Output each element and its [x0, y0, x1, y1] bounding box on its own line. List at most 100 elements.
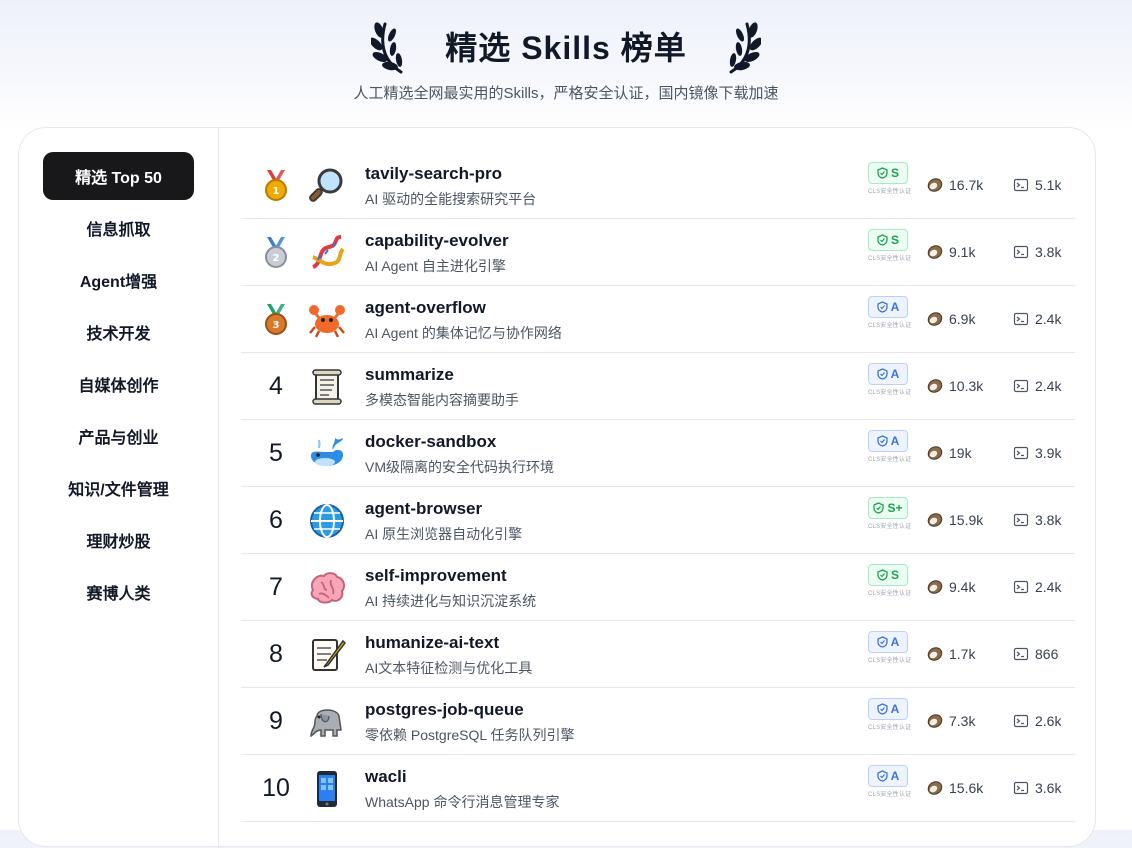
coconut-icon: [927, 445, 943, 461]
skill-row-agent-overflow[interactable]: 3 agent-overflow AI Agent 的集体记忆与协作网络 A CLS安全…: [241, 286, 1075, 353]
skill-name[interactable]: docker-sandbox: [365, 432, 496, 452]
badge-note: CLS安全性认证: [868, 792, 912, 798]
security-badge: A CLS安全性认证: [868, 631, 914, 677]
downloads-count: 16.7k: [949, 177, 984, 193]
downloads-count: 7.3k: [949, 713, 976, 729]
skill-name[interactable]: agent-browser: [365, 499, 482, 519]
skill-name[interactable]: summarize: [365, 365, 454, 385]
skill-description: AI 持续进化与知识沉淀系统: [365, 593, 537, 609]
downloads-count: 9.4k: [949, 579, 976, 595]
security-grade-badge: S: [868, 229, 908, 251]
coconut-icon: [927, 177, 943, 193]
skill-row-tavily-search-pro[interactable]: 1 tavily-search-pro AI 驱动的全能搜索研究平台 S CLS安全性认…: [241, 152, 1075, 219]
skill-description: WhatsApp 命令行消息管理专家: [365, 794, 560, 810]
svg-text:1: 1: [273, 186, 280, 197]
page-title: 精选 Skills 榜单: [445, 30, 687, 66]
terminal-icon: [1013, 311, 1029, 327]
security-grade-badge: A: [868, 631, 908, 653]
badge-note: CLS安全性认证: [868, 256, 912, 262]
skill-name[interactable]: tavily-search-pro: [365, 164, 502, 184]
installs-stat: 2.6k: [1013, 688, 1061, 754]
coconut-icon: [927, 579, 943, 595]
skill-row-agent-browser[interactable]: 6 agent-browser AI 原生浏览器自动化引擎 S+ CLS安全性认证 15.…: [241, 487, 1075, 554]
skill-row-humanize-ai-text[interactable]: 8 humanize-ai-text AI文本特征检测与优化工具 A CLS安全性认证 1…: [241, 621, 1075, 688]
title-row: 精选 Skills 榜单: [0, 18, 1132, 74]
sidebar-item-top50[interactable]: 精选 Top 50: [43, 152, 194, 200]
security-grade-badge: A: [868, 363, 908, 385]
security-badge: A CLS安全性认证: [868, 698, 914, 744]
installs-stat: 3.9k: [1013, 420, 1061, 486]
shield-icon: [877, 636, 888, 648]
magnifier-icon: [307, 166, 347, 206]
security-grade-badge: S+: [868, 497, 908, 519]
downloads-count: 1.7k: [949, 646, 976, 662]
downloads-stat: 16.7k: [927, 152, 983, 218]
installs-count: 3.6k: [1035, 780, 1062, 796]
coconut-icon: [927, 378, 943, 394]
sidebar-item-knowledge-files[interactable]: 知识/文件管理: [43, 464, 194, 512]
downloads-stat: 19k: [927, 420, 972, 486]
skill-name[interactable]: self-improvement: [365, 566, 507, 586]
badge-note: CLS安全性认证: [868, 189, 912, 195]
skill-description: AI 原生浏览器自动化引擎: [365, 526, 523, 542]
security-grade: A: [890, 769, 900, 783]
rank-medal-gold-icon: 1: [241, 152, 311, 218]
category-sidebar: 精选 Top 50 信息抓取 Agent增强 技术开发 自媒体创作 产品与创业 …: [19, 128, 219, 848]
downloads-count: 15.9k: [949, 512, 984, 528]
skill-row-capability-evolver[interactable]: 2 capability-evolver AI Agent 自主进化引擎 S CLS安全…: [241, 219, 1075, 286]
shield-icon: [877, 435, 888, 447]
page-subtitle: 人工精选全网最实用的Skills，严格安全认证，国内镜像下载加速: [353, 85, 779, 102]
security-grade: A: [890, 367, 900, 381]
skill-name[interactable]: wacli: [365, 767, 407, 787]
sidebar-item-finance[interactable]: 理财炒股: [43, 516, 194, 564]
shield-icon: [877, 167, 888, 179]
sidebar-item-cyber-human[interactable]: 赛博人类: [43, 568, 194, 616]
skill-row-postgres-job-queue[interactable]: 9 postgres-job-queue 零依赖 PostgreSQL 任务队列引擎…: [241, 688, 1075, 755]
badge-note: CLS安全性认证: [868, 725, 912, 731]
badge-note: CLS安全性认证: [868, 457, 912, 463]
terminal-icon: [1013, 780, 1029, 796]
security-badge: A CLS安全性认证: [868, 430, 914, 476]
skill-row-self-improvement[interactable]: 7 self-improvement AI 持续进化与知识沉淀系统 S CLS安全性认证…: [241, 554, 1075, 621]
skill-name[interactable]: postgres-job-queue: [365, 700, 524, 720]
security-grade: S: [890, 568, 899, 582]
svg-text:2: 2: [273, 253, 280, 264]
sidebar-item-product-startup[interactable]: 产品与创业: [43, 412, 194, 460]
downloads-stat: 10.3k: [927, 353, 983, 419]
shield-icon: [877, 770, 888, 782]
skill-description: 多模态智能内容摘要助手: [365, 392, 519, 408]
dna-icon: [307, 233, 347, 273]
security-grade-badge: A: [868, 296, 908, 318]
sidebar-item-agent-enhance[interactable]: Agent增强: [43, 256, 194, 304]
skill-description: AI 驱动的全能搜索研究平台: [365, 191, 537, 207]
rank-number: 6: [269, 505, 283, 534]
installs-stat: 2.4k: [1013, 353, 1061, 419]
terminal-icon: [1013, 646, 1029, 662]
coconut-icon: [927, 512, 943, 528]
terminal-icon: [1013, 445, 1029, 461]
installs-stat: 3.8k: [1013, 487, 1061, 553]
installs-stat: 3.8k: [1013, 219, 1061, 285]
shield-icon: [877, 569, 888, 581]
terminal-icon: [1013, 512, 1029, 528]
downloads-count: 6.9k: [949, 311, 976, 327]
sidebar-item-tech-dev[interactable]: 技术开发: [43, 308, 194, 356]
skill-name[interactable]: capability-evolver: [365, 231, 509, 251]
skill-row-wacli[interactable]: 10 wacli WhatsApp 命令行消息管理专家 A CLS安全性认证 15.6k 3…: [241, 755, 1075, 822]
downloads-stat: 1.7k: [927, 621, 975, 687]
sidebar-item-info-scraping[interactable]: 信息抓取: [43, 204, 194, 252]
whale-icon: [307, 434, 347, 474]
skill-row-docker-sandbox[interactable]: 5 docker-sandbox VM级隔离的安全代码执行环境 A CLS安全性认证 19…: [241, 420, 1075, 487]
skill-row-summarize[interactable]: 4 summarize 多模态智能内容摘要助手 A CLS安全性认证 10.3k 2.4k: [241, 353, 1075, 420]
security-badge: S CLS安全性认证: [868, 162, 914, 208]
page-header: 精选 Skills 榜单 人工精选全网最实用的Skills，严格安全认证，国内镜…: [0, 0, 1132, 120]
rank-medal-silver-icon: 2: [241, 219, 311, 285]
skill-name[interactable]: humanize-ai-text: [365, 633, 499, 653]
installs-stat: 2.4k: [1013, 286, 1061, 352]
rank-number: 10: [262, 773, 290, 802]
skill-name[interactable]: agent-overflow: [365, 298, 486, 318]
sidebar-item-media-creation[interactable]: 自媒体创作: [43, 360, 194, 408]
terminal-icon: [1013, 579, 1029, 595]
shield-icon: [877, 234, 888, 246]
coconut-icon: [927, 713, 943, 729]
